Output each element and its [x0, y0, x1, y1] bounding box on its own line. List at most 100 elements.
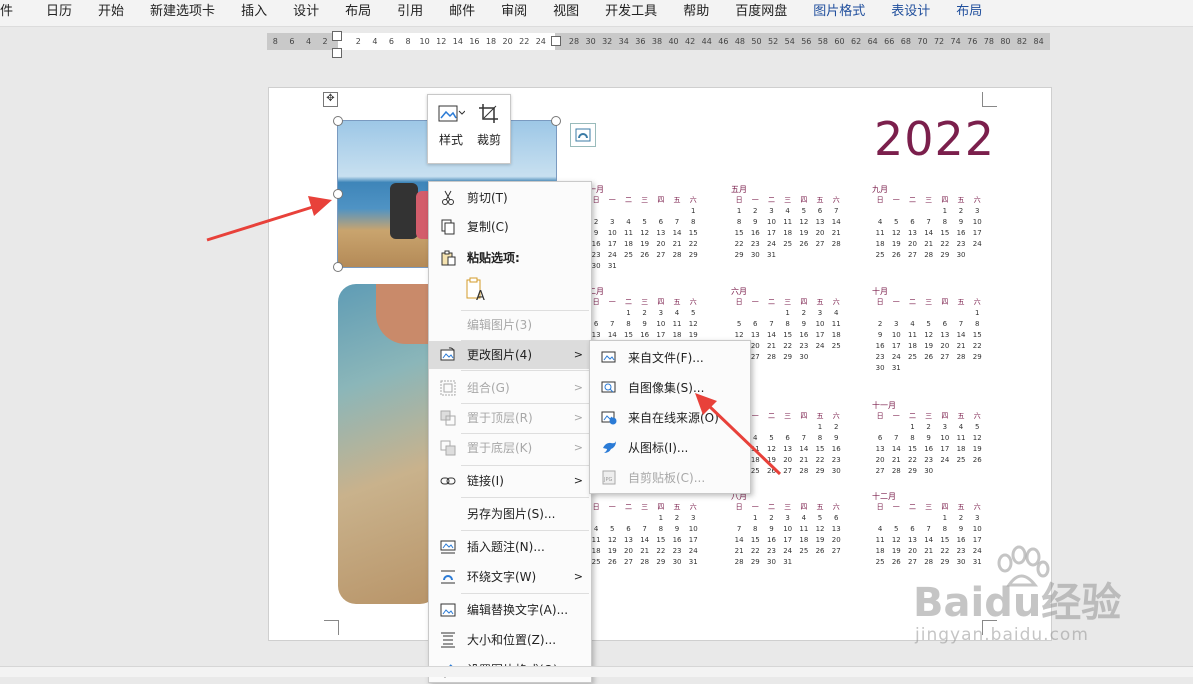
ribbon-tab[interactable]: 表设计	[878, 0, 943, 26]
day-cell: 10	[688, 525, 698, 533]
menu-item-cut[interactable]: 剪切(T)	[429, 184, 591, 212]
layout-options-icon[interactable]	[570, 123, 596, 147]
submenu-item-from-file[interactable]: 来自文件(F)...	[590, 343, 750, 373]
day-cell: 24	[688, 547, 698, 555]
ruler-mark: 16	[469, 37, 480, 46]
day-cell: 26	[891, 251, 901, 259]
day-cell: 11	[783, 218, 793, 226]
day-cell	[921, 363, 937, 374]
table-move-handle-icon[interactable]: ✥	[323, 92, 338, 107]
ruler-mark: 78	[983, 37, 994, 46]
day-cell	[669, 261, 685, 272]
submenu-item-from-icons[interactable]: 从图标(I)...	[590, 433, 750, 463]
ribbon-tab[interactable]: 审阅	[488, 0, 540, 26]
day-cell: 4	[910, 320, 915, 328]
day-cell: 18	[624, 240, 633, 248]
day-cell: 8	[753, 525, 758, 533]
day-cell: 2	[958, 514, 964, 522]
day-cell: 3	[942, 423, 948, 431]
ribbon-tab[interactable]: 百度网盘	[722, 0, 800, 26]
resize-handle-bottom-left[interactable]	[333, 262, 343, 272]
ribbon-tab[interactable]: 引用	[384, 0, 436, 26]
ribbon-tab[interactable]: 帮助	[670, 0, 722, 26]
ribbon-tab[interactable]: 插入	[228, 0, 280, 26]
day-cell: 15	[940, 229, 950, 237]
submenu-item-from-online[interactable]: 来自在线来源(O)	[590, 403, 750, 433]
submenu-item-from-image-set[interactable]: 自图像集(S)...	[590, 373, 750, 403]
ribbon-tab-bar: 件日历 开始 新建选项卡 插入 设计 布局 引用 邮件 审阅 视图 开发工具 帮助 百度网盘 图片格式 表设…	[0, 0, 1193, 27]
wrap-text-icon	[441, 570, 455, 584]
day-cell: 8	[817, 434, 823, 442]
day-cell: 1	[942, 207, 948, 215]
ruler-mark: 40	[668, 37, 679, 46]
menu-item-insert-caption[interactable]: 插入题注(N)...	[429, 533, 591, 561]
ruler-mark: 60	[834, 37, 845, 46]
day-cell	[812, 250, 828, 261]
ribbon-tab[interactable]: 开发工具	[592, 0, 670, 26]
ribbon-tab[interactable]: 邮件	[436, 0, 488, 26]
day-cell	[796, 250, 812, 261]
menu-item-copy[interactable]: 复制(C)	[429, 213, 591, 241]
left-indent-marker[interactable]	[332, 31, 342, 41]
week-row: 6 7 8 9 10 11 12	[872, 433, 1002, 444]
day-cell	[731, 308, 747, 319]
ribbon-tab[interactable]: 日历	[33, 0, 85, 26]
right-indent-marker[interactable]	[551, 36, 561, 46]
ribbon-tab[interactable]: 布局	[332, 0, 384, 26]
weekday-header: 三	[784, 503, 792, 511]
weekday-header: 五	[957, 298, 965, 306]
weekday-header: 四	[800, 196, 808, 204]
day-cell: 10	[940, 434, 950, 442]
day-cell: 26	[815, 547, 825, 555]
day-cell	[796, 422, 812, 433]
ribbon-tab[interactable]: 视图	[540, 0, 592, 26]
week-row: 23 24 25 26 27 28 29	[588, 250, 718, 261]
day-cell: 27	[656, 251, 666, 259]
weekday-header: 二	[624, 503, 632, 511]
weekday-header: 五	[957, 412, 965, 420]
paste-keep-text-only-button[interactable]: A	[465, 276, 489, 304]
menu-item-save-as-picture[interactable]: 另存为图片(S)...	[429, 500, 591, 528]
crop-button[interactable]: 裁剪	[470, 99, 508, 148]
resize-handle-top-left[interactable]	[333, 116, 343, 126]
menu-item-size-and-position[interactable]: 大小和位置(Z)...	[429, 626, 591, 654]
photo-child-beach[interactable]	[338, 284, 438, 604]
ribbon-tab[interactable]: 布局	[943, 0, 995, 26]
crop-icon	[479, 104, 498, 123]
ribbon-tab[interactable]: 件	[0, 0, 33, 26]
left-indent-bottom-marker[interactable]	[332, 48, 342, 58]
weekday-header: 五	[673, 196, 681, 204]
menu-item-link[interactable]: 链接(I) >	[429, 467, 591, 495]
day-cell: 27	[831, 547, 841, 555]
menu-item-wrap-text[interactable]: 环绕文字(W) >	[429, 563, 591, 591]
ribbon-tab[interactable]: 图片格式	[800, 0, 878, 26]
weekday-header: 二	[908, 196, 916, 204]
day-cell: 4	[785, 207, 790, 215]
ribbon-tab[interactable]: 新建选项卡	[137, 0, 228, 26]
menu-item-edit-alt-text[interactable]: 编辑替换文字(A)...	[429, 596, 591, 624]
day-cell: 2	[801, 309, 807, 317]
day-cell: 25	[624, 251, 633, 259]
day-cell: 30	[924, 467, 934, 475]
day-cell	[828, 250, 844, 261]
weekday-header: 五	[957, 503, 965, 511]
day-cell: 2	[926, 423, 931, 431]
day-cell	[828, 352, 844, 363]
horizontal-ruler[interactable]: 8 6 4 2 2 4 6 8 10 12 14 16 18 20 22 24 28 30 32 34 36 38 40 42…	[267, 33, 1050, 50]
resize-handle-top-right[interactable]	[551, 116, 561, 126]
day-cell	[620, 206, 636, 217]
menu-item-change-picture[interactable]: 更改图片(4) >	[429, 341, 591, 369]
day-cell: 19	[972, 445, 982, 453]
style-button[interactable]: 样式	[432, 99, 470, 148]
resize-handle-left[interactable]	[333, 189, 343, 199]
day-cell: 1	[736, 207, 742, 215]
menu-label: 自剪贴板(C)...	[628, 471, 706, 485]
ribbon-tab[interactable]: 开始	[85, 0, 137, 26]
day-cell: 24	[891, 353, 901, 361]
day-cell: 3	[690, 514, 696, 522]
day-cell: 5	[769, 434, 774, 442]
week-row: 7 8 9 10 11 12 13	[731, 524, 861, 535]
day-cell	[685, 261, 701, 272]
ribbon-tab[interactable]: 设计	[280, 0, 332, 26]
day-cell: 12	[815, 525, 825, 533]
